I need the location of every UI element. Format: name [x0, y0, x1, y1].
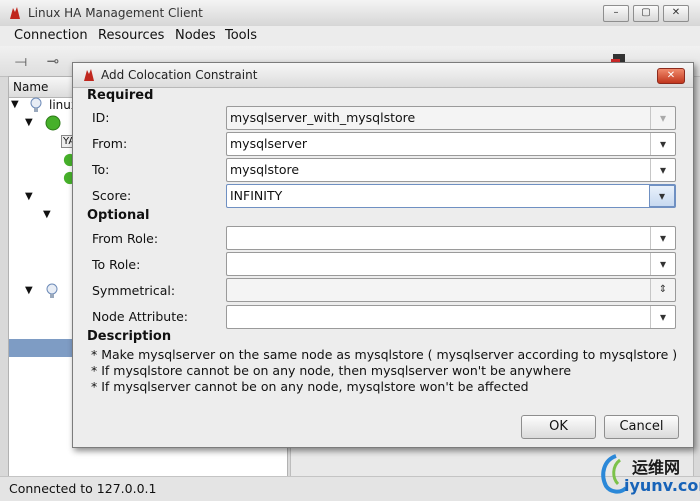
menu-nodes[interactable]: Nodes — [175, 26, 216, 46]
maximize-button[interactable]: ▢ — [633, 5, 659, 22]
watermark-logo: 运维网 iyunv.com — [596, 452, 700, 498]
chevron-down-icon[interactable]: ▾ — [650, 306, 675, 328]
node-online-icon — [45, 115, 61, 134]
watermark-url-text: iyunv.com — [624, 476, 700, 495]
expand-arrow-icon[interactable]: ▼ — [25, 285, 33, 296]
chevron-down-icon: ▾ — [650, 107, 675, 129]
description-heading: Description — [87, 329, 172, 344]
status-bar: Connected to 127.0.0.1 — [0, 476, 700, 501]
from-select[interactable]: mysqlserver ▾ — [226, 132, 676, 156]
main-window-titlebar: Linux HA Management Client – ▢ ✕ — [0, 0, 700, 27]
id-label: ID: — [92, 110, 110, 125]
expand-arrow-icon[interactable]: ▼ — [11, 99, 19, 110]
ok-button[interactable]: OK — [521, 415, 596, 439]
required-section-heading: Required — [87, 88, 154, 103]
name-column-label: Name — [13, 80, 49, 94]
dialog-titlebar: Add Colocation Constraint ✕ — [73, 63, 693, 88]
connection-status: Connected to 127.0.0.1 — [9, 481, 157, 496]
to-role-select[interactable]: ▾ — [226, 252, 676, 276]
app-logo-icon — [8, 6, 22, 23]
dialog-title: Add Colocation Constraint — [101, 68, 258, 82]
add-colocation-dialog: Add Colocation Constraint ✕ Required ID:… — [72, 62, 694, 448]
chevron-down-icon[interactable]: ▾ — [650, 253, 675, 275]
chevron-down-icon[interactable]: ▾ — [650, 159, 675, 181]
score-select[interactable]: INFINITY ▾ — [226, 184, 676, 208]
from-value: mysqlserver — [230, 136, 308, 151]
score-value: INFINITY — [230, 188, 283, 203]
chevron-down-icon[interactable]: ▾ — [650, 227, 675, 249]
from-role-label: From Role: — [92, 231, 159, 246]
dialog-close-button[interactable]: ✕ — [657, 68, 685, 84]
app-logo-icon — [82, 68, 96, 85]
cancel-button[interactable]: Cancel — [604, 415, 679, 439]
expand-arrow-icon[interactable]: ▼ — [25, 117, 33, 128]
to-value: mysqlstore — [230, 162, 300, 177]
to-select[interactable]: mysqlstore ▾ — [226, 158, 676, 182]
close-window-button[interactable]: ✕ — [663, 5, 689, 22]
menu-bar: Connection Resources Nodes Tools — [0, 26, 700, 47]
chevron-down-icon[interactable]: ▾ — [649, 185, 675, 207]
login-icon[interactable]: ⟞ — [12, 52, 30, 70]
chevron-down-icon[interactable]: ▾ — [650, 133, 675, 155]
spin-updown-icon[interactable]: ⇕ — [650, 279, 675, 301]
description-line-2: * If mysqlstore cannot be on any node, t… — [91, 363, 572, 378]
main-window-title: Linux HA Management Client — [28, 6, 203, 20]
id-value: mysqlserver_with_mysqlstore — [230, 110, 416, 125]
expand-arrow-icon[interactable]: ▼ — [43, 209, 51, 220]
menu-resources[interactable]: Resources — [98, 26, 164, 46]
description-line-1: * Make mysqlserver on the same node as m… — [91, 347, 678, 362]
to-role-label: To Role: — [92, 257, 141, 272]
id-field[interactable]: mysqlserver_with_mysqlstore ▾ — [226, 106, 676, 130]
description-line-3: * If mysqlserver cannot be on any node, … — [91, 379, 529, 394]
from-label: From: — [92, 136, 128, 151]
optional-section-heading: Optional — [87, 208, 150, 223]
menu-connection[interactable]: Connection — [14, 26, 88, 46]
constraints-icon — [45, 283, 59, 302]
from-role-select[interactable]: ▾ — [226, 226, 676, 250]
to-label: To: — [92, 162, 110, 177]
watermark-chinese-text: 运维网 — [632, 458, 681, 477]
menu-tools[interactable]: Tools — [225, 26, 257, 46]
cluster-icon — [29, 97, 43, 116]
expand-arrow-icon[interactable]: ▼ — [25, 191, 33, 202]
minimize-button[interactable]: – — [603, 5, 629, 22]
logout-icon[interactable]: ⊸ — [44, 52, 62, 70]
symmetrical-select[interactable]: ⇕ — [226, 278, 676, 302]
node-attribute-select[interactable]: ▾ — [226, 305, 676, 329]
node-attribute-label: Node Attribute: — [92, 309, 189, 324]
score-label: Score: — [92, 188, 132, 203]
symmetrical-label: Symmetrical: — [92, 283, 176, 298]
